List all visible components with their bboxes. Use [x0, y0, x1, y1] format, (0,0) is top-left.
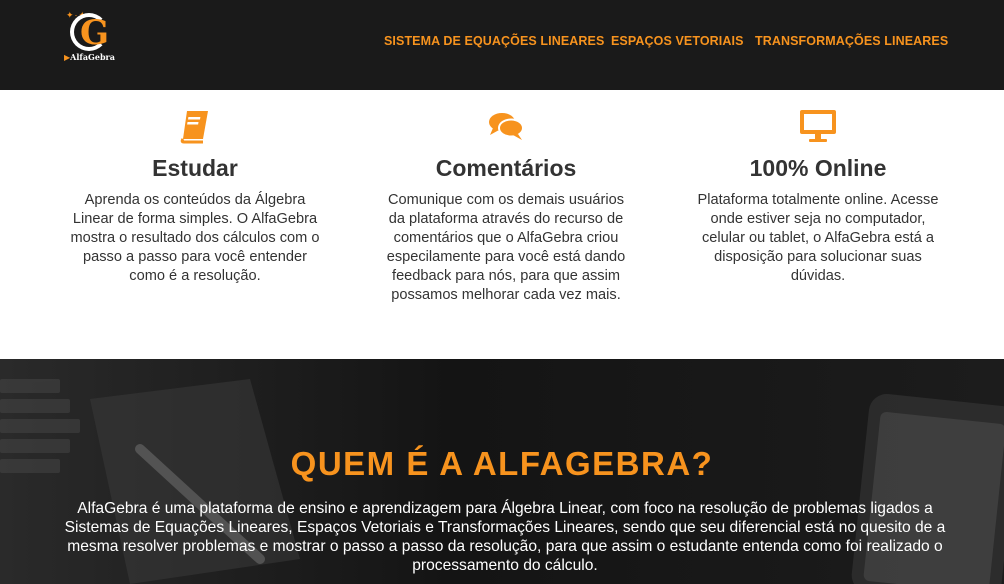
- book-icon: [180, 111, 208, 144]
- about-title: QUEM É A ALFAGEBRA?: [290, 445, 714, 482]
- feature-title: Estudar: [152, 155, 238, 181]
- logo-name: AlfaGebra: [70, 52, 115, 62]
- logo-wordmark: ▶AlfaGebra: [64, 52, 115, 62]
- nav-transformacoes-lineares[interactable]: TRANSFORMAÇÕES LINEARES: [755, 34, 948, 48]
- feature-comentarios: Comentários Comunique com os demais usuá…: [371, 90, 641, 305]
- comments-icon: [489, 113, 524, 140]
- monitor-icon: [800, 110, 836, 142]
- feature-estudar: Estudar Aprenda os conteúdos da Álgebra …: [60, 90, 330, 286]
- features-section: Estudar Aprenda os conteúdos da Álgebra …: [0, 90, 1004, 359]
- feature-online: 100% Online Plataforma totalmente online…: [683, 90, 953, 286]
- feature-description: Aprenda os conteúdos da Álgebra Linear d…: [70, 192, 320, 284]
- feature-title: Comentários: [435, 155, 577, 181]
- logo-letter: G: [80, 13, 110, 53]
- about-description: AlfaGebra é uma plataforma de ensino e a…: [64, 500, 946, 574]
- nav-espacos-vetoriais[interactable]: ESPAÇOS VETORIAIS: [611, 34, 744, 48]
- feature-description: Comunique com os demais usuários da plat…: [386, 192, 626, 303]
- feature-description: Plataforma totalmente online. Acesse ond…: [697, 192, 939, 284]
- nav-sistema-equacoes-lineares[interactable]: SISTEMA DE EQUAÇÕES LINEARES: [384, 34, 604, 48]
- alfagebra-logo[interactable]: ✦·✦ G ▶AlfaGebra: [60, 10, 120, 64]
- about-section: QUEM É A ALFAGEBRA? AlfaGebra é uma plat…: [0, 359, 1004, 584]
- feature-title: 100% Online: [749, 155, 887, 181]
- site-header: ✦·✦ G ▶AlfaGebra SISTEMA DE EQUAÇÕES LIN…: [0, 0, 1004, 90]
